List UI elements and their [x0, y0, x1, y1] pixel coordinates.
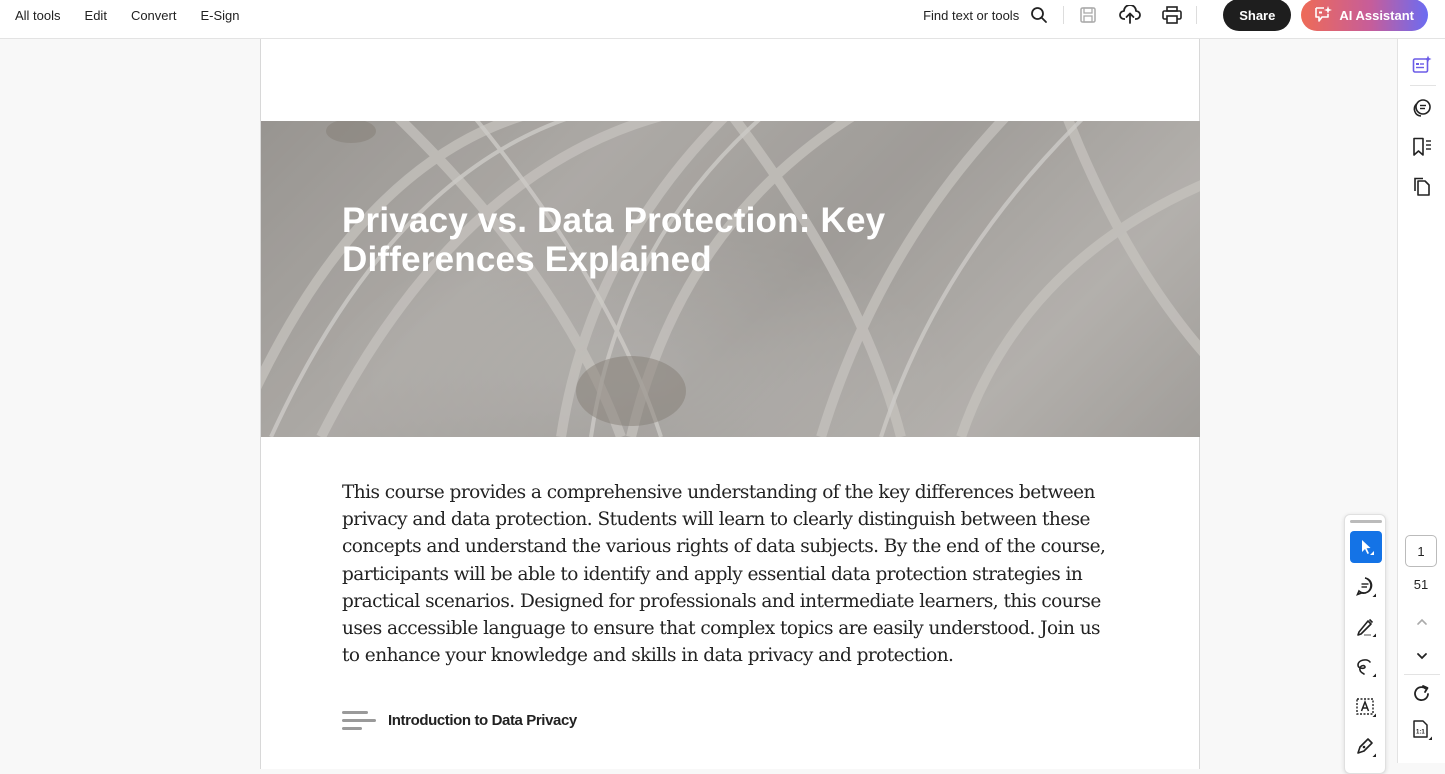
total-pages: 51 [1413, 577, 1429, 592]
find-text-button[interactable]: Find text or tools [923, 8, 1019, 23]
menu-all-tools[interactable]: All tools [15, 8, 61, 23]
top-toolbar: All tools Edit Convert E-Sign Find text … [0, 0, 1445, 39]
ai-assistant-button[interactable]: AI Assistant [1301, 0, 1428, 31]
add-comment-icon[interactable] [1350, 571, 1382, 603]
select-icon[interactable] [1350, 531, 1382, 563]
current-page-input[interactable]: 1 [1405, 535, 1437, 567]
section-lines-icon [342, 711, 376, 730]
section-title: Introduction to Data Privacy [388, 712, 577, 729]
save-icon[interactable] [1076, 3, 1100, 27]
hero-image: Privacy vs. Data Protection: Key Differe… [261, 121, 1200, 437]
ai-assistant-icon [1313, 5, 1333, 26]
chevron-down-icon[interactable] [1410, 644, 1434, 668]
divider [1404, 674, 1440, 675]
bookmarks-icon[interactable] [1410, 135, 1434, 159]
draw-freeform-icon[interactable] [1350, 651, 1382, 683]
actual-size-icon[interactable]: 1:1 [1410, 718, 1434, 742]
pages-icon[interactable] [1410, 174, 1434, 198]
toolbar-actions: Find text or tools Share AI Assistant [923, 0, 1428, 31]
quick-tools-panel [1344, 514, 1386, 774]
pdf-page: Privacy vs. Data Protection: Key Differe… [260, 39, 1200, 769]
section-heading: Introduction to Data Privacy [342, 711, 577, 730]
drag-handle[interactable] [1350, 520, 1382, 523]
divider [1063, 6, 1065, 24]
upload-cloud-icon[interactable] [1118, 3, 1142, 27]
ai-generative-summary-icon[interactable] [1410, 53, 1434, 77]
share-label: Share [1239, 7, 1276, 23]
chevron-up-icon[interactable] [1410, 610, 1434, 634]
ai-assistant-label: AI Assistant [1339, 7, 1414, 23]
vaulted-ceiling-image [261, 121, 1200, 437]
highlight-icon[interactable] [1350, 611, 1382, 643]
divider [1410, 85, 1436, 86]
rotate-icon[interactable] [1410, 682, 1434, 706]
sign-icon[interactable] [1350, 731, 1382, 763]
svg-text:1:1: 1:1 [1416, 730, 1425, 736]
share-button[interactable]: Share [1223, 0, 1292, 31]
menu-convert[interactable]: Convert [131, 8, 177, 23]
main-menu: All tools Edit Convert E-Sign [15, 0, 264, 30]
print-icon[interactable] [1160, 3, 1184, 27]
menu-edit[interactable]: Edit [85, 8, 107, 23]
course-description: This course provides a comprehensive und… [342, 482, 1106, 667]
menu-e-sign[interactable]: E-Sign [200, 8, 239, 23]
text-recognition-icon[interactable] [1350, 691, 1382, 723]
document-title: Privacy vs. Data Protection: Key Differe… [342, 201, 886, 279]
comments-icon[interactable] [1410, 96, 1434, 120]
search-icon[interactable] [1027, 3, 1051, 27]
divider [1196, 6, 1198, 24]
